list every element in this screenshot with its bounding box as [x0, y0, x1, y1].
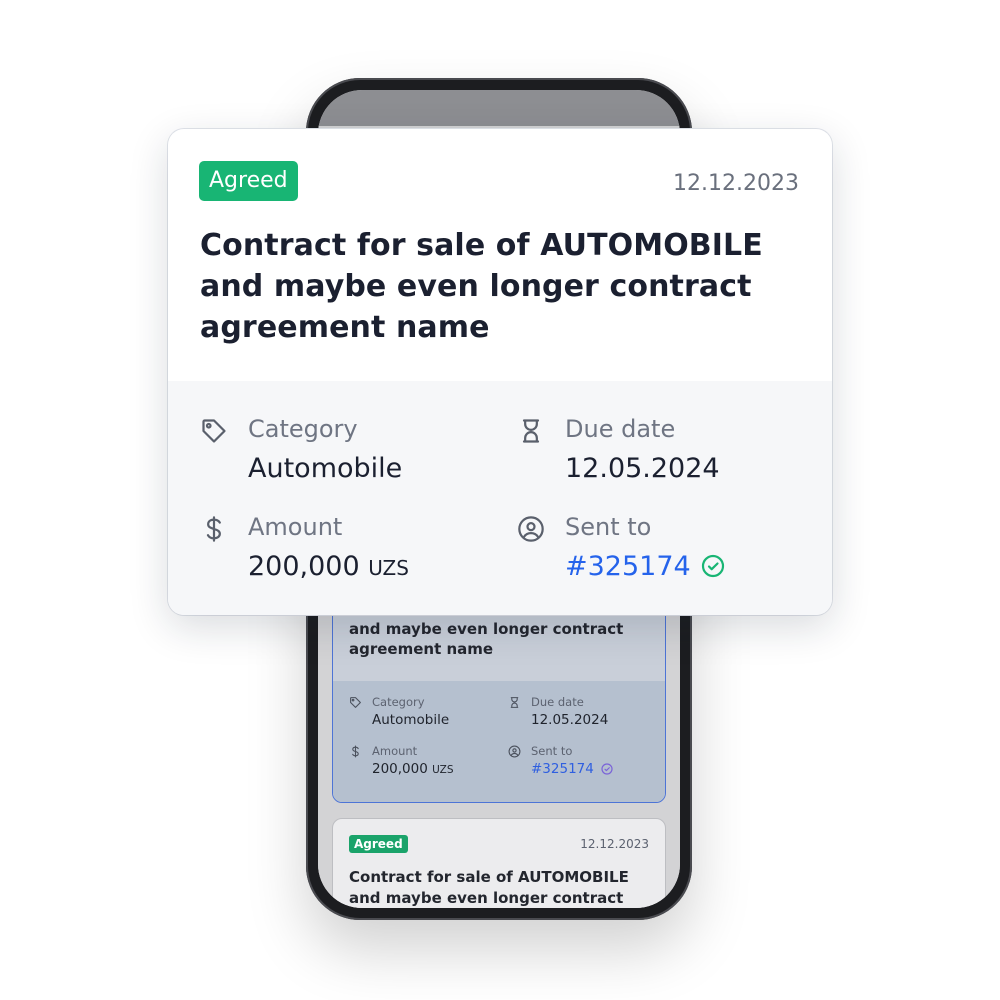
contract-title: Contract for sale of AUTOMOBILE and mayb…	[200, 228, 763, 345]
status-badge: Agreed	[199, 161, 298, 201]
hourglass-icon	[522, 419, 540, 443]
due-date-value: 12.05.2024	[565, 453, 720, 484]
mini-due-value: 12.05.2024	[531, 712, 609, 728]
mini-category-label: Category	[372, 695, 425, 709]
sent-to-link[interactable]: #325174	[565, 551, 725, 582]
mini-amount-value: 200,000 UZS	[372, 761, 454, 777]
mini-due-label: Due date	[531, 695, 584, 709]
dollar-icon	[206, 516, 221, 542]
amount-value: 200,000 UZS	[248, 551, 409, 582]
mini-amount-label: Amount	[372, 744, 418, 758]
contract-list-item-meta: Category Automobile Due date 12.05.2024 …	[333, 681, 665, 802]
phone-status-bar	[318, 90, 680, 126]
hourglass-icon	[510, 697, 519, 708]
mini-status-badge: Agreed	[349, 835, 408, 853]
contract-card[interactable]: Agreed 12.12.2023 Contract for sale of A…	[168, 129, 832, 615]
mini-category-value: Automobile	[372, 712, 450, 728]
sent-to-label: Sent to	[565, 513, 652, 541]
user-circle-icon	[508, 745, 521, 758]
category-value: Automobile	[248, 453, 403, 484]
contract-list-item-title: Contract for sale of AUTOMOBILE and mayb…	[349, 868, 629, 907]
category-label: Category	[248, 415, 358, 443]
check-circle-icon	[701, 554, 724, 577]
tag-icon	[350, 697, 361, 708]
mini-date: 12.12.2023	[580, 837, 649, 851]
check-circle-icon	[601, 763, 613, 775]
dollar-icon	[352, 745, 359, 758]
contract-list-item[interactable]: Agreed 12.12.2023 Contract for sale of A…	[332, 818, 666, 908]
user-circle-icon	[518, 516, 544, 542]
contract-date: 12.12.2023	[673, 171, 799, 196]
mini-sent-value[interactable]: #325174	[531, 761, 613, 777]
contract-meta: Category Automobile Due date 12.05.2024 …	[168, 381, 832, 615]
due-date-label: Due date	[565, 415, 676, 443]
tag-icon	[202, 419, 226, 443]
mini-sent-label: Sent to	[531, 744, 573, 758]
amount-label: Amount	[248, 513, 343, 541]
currency-unit: UZS	[368, 556, 409, 580]
